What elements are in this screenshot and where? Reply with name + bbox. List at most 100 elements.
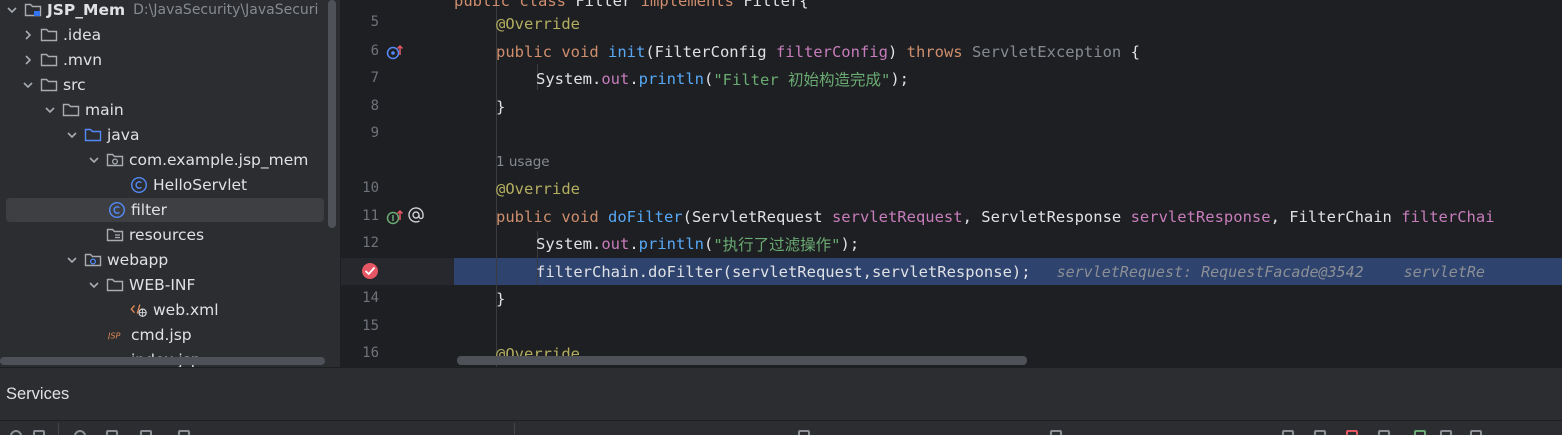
chevron-down-icon[interactable] — [64, 252, 80, 268]
jsp-file-icon: JSP — [108, 326, 126, 344]
tree-item-mvn[interactable]: .mvn — [0, 48, 325, 72]
group-icon[interactable] — [106, 430, 118, 435]
class-icon — [108, 201, 126, 219]
tree-item-cmd-jsp[interactable]: JSP cmd.jsp — [0, 323, 325, 347]
code-editor[interactable]: 5 6 7 8 9 10 11 12 14 15 16 public class… — [340, 0, 1562, 367]
folder-icon — [40, 51, 58, 69]
step-out-icon[interactable] — [1378, 430, 1390, 435]
line-number: 15 — [362, 318, 379, 334]
tree-item-java[interactable]: java — [0, 123, 325, 147]
tree-item-label: .idea — [63, 26, 102, 44]
chevron-down-icon[interactable] — [20, 77, 36, 93]
folder-icon — [62, 101, 80, 119]
editor-horizontal-scrollbar[interactable] — [457, 356, 1027, 365]
console-icon[interactable] — [798, 430, 810, 435]
line-number: 16 — [362, 345, 379, 361]
line-number: 5 — [370, 14, 379, 30]
code-line-14[interactable]: } — [454, 285, 505, 312]
line-number: 14 — [362, 290, 379, 306]
execution-line-gutter — [341, 258, 454, 285]
tree-item-label: HelloServlet — [153, 176, 248, 194]
chevron-down-icon[interactable] — [86, 277, 102, 293]
tree-item-helloservlet[interactable]: HelloServlet — [0, 173, 325, 197]
tree-root-label: JSP_Mem — [47, 1, 126, 19]
tree-item-web-xml[interactable]: web.xml — [0, 298, 325, 322]
tree-item-idea[interactable]: .idea — [0, 23, 325, 47]
code-line-12[interactable]: System. out. println("执行了过滤操作"); — [454, 230, 859, 257]
chevron-down-icon[interactable] — [4, 2, 20, 18]
tree-item-label: com.example.jsp_mem — [129, 151, 309, 169]
tree-item-label: .mvn — [63, 51, 103, 69]
tree-item-label: main — [85, 101, 124, 119]
tree-item-resources[interactable]: resources — [0, 223, 325, 247]
line-number: 11 — [362, 208, 379, 224]
module-folder-icon — [24, 1, 42, 19]
expand-icon[interactable] — [10, 430, 22, 435]
tree-item-filter[interactable]: filter — [6, 198, 324, 222]
tree-root-jsp-mem[interactable]: JSP_Mem D:\JavaSecurity\JavaSecuri — [4, 0, 329, 22]
tree-vertical-scrollbar[interactable] — [328, 0, 336, 228]
breakpoint-icon[interactable] — [361, 262, 379, 284]
debugger-icon[interactable] — [1050, 430, 1062, 435]
chevron-right-icon[interactable] — [20, 52, 36, 68]
collapse-icon[interactable] — [33, 430, 45, 435]
resume-icon[interactable] — [1414, 430, 1426, 435]
source-folder-icon — [84, 126, 102, 144]
code-line-13[interactable]: filterChain.doFilter(servletRequest,serv… — [454, 258, 1485, 285]
tree-horizontal-scrollbar[interactable] — [0, 357, 325, 365]
usage-hint[interactable]: 1 usage — [454, 148, 550, 175]
resources-folder-icon — [106, 226, 124, 244]
folder-icon — [106, 276, 124, 294]
package-icon — [106, 151, 124, 169]
chevron-down-icon[interactable] — [64, 127, 80, 143]
add-service-icon[interactable] — [178, 430, 190, 435]
tree-item-src[interactable]: src — [0, 73, 325, 97]
project-tool-window: JSP_Mem D:\JavaSecurity\JavaSecuri .idea… — [0, 0, 340, 367]
svg-text:JSP: JSP — [108, 331, 121, 341]
implementing-method-icon[interactable] — [386, 208, 406, 230]
line-number: 8 — [370, 98, 379, 114]
tree-item-label: webapp — [107, 251, 169, 269]
tree-item-webapp[interactable]: webapp — [0, 248, 325, 272]
view-options-icon[interactable] — [74, 430, 86, 435]
filter-icon[interactable] — [140, 430, 152, 435]
code-line-7[interactable]: System. out. println("Filter 初始构造完成"); — [454, 65, 909, 92]
inline-debug-value[interactable]: servletRe — [1404, 263, 1485, 281]
tree-root-path: D:\JavaSecurity\JavaSecuri — [133, 2, 319, 18]
code-line-10[interactable]: @Override — [454, 175, 580, 202]
tree-item-label: WEB-INF — [129, 276, 196, 294]
implementing-method-icon[interactable] — [386, 43, 406, 65]
services-title: Services — [6, 385, 70, 403]
step-into-icon[interactable] — [1314, 430, 1326, 435]
mute-breakpoints-icon[interactable] — [1440, 430, 1452, 435]
line-number: 10 — [362, 180, 379, 196]
line-number: 7 — [370, 70, 379, 86]
tree-item-main[interactable]: main — [0, 98, 325, 122]
folder-icon — [40, 76, 58, 94]
code-line-6[interactable]: public void init (FilterConfig filterConf… — [454, 38, 1140, 65]
step-over-icon[interactable] — [1282, 430, 1294, 435]
chevron-down-icon[interactable] — [42, 102, 58, 118]
tree-item-label: src — [63, 76, 86, 94]
endpoint-at-icon[interactable] — [407, 206, 425, 228]
services-tool-window-header[interactable]: Services — [0, 367, 1562, 420]
stop-icon[interactable] — [1346, 430, 1358, 435]
inline-debug-value[interactable]: servletRequest: RequestFacade@3542 — [1057, 263, 1364, 281]
tree-item-label: resources — [129, 226, 205, 244]
tree-item-package[interactable]: com.example.jsp_mem — [0, 148, 325, 172]
line-number: 12 — [362, 235, 379, 251]
code-line-8[interactable]: } — [454, 93, 505, 120]
xml-file-icon — [130, 301, 148, 319]
settings-icon[interactable] — [1470, 430, 1482, 435]
folder-icon — [40, 26, 58, 44]
chevron-right-icon[interactable] — [20, 27, 36, 43]
line-number: 9 — [370, 125, 379, 141]
chevron-down-icon[interactable] — [86, 152, 102, 168]
tree-item-label: filter — [131, 201, 168, 219]
tree-item-label: cmd.jsp — [131, 326, 192, 344]
tree-item-web-inf[interactable]: WEB-INF — [0, 273, 325, 297]
code-line-11[interactable]: public void doFilter (ServletRequest serv… — [454, 203, 1495, 230]
line-number: 6 — [370, 43, 379, 59]
tree-item-label: web.xml — [153, 301, 219, 319]
code-line-5[interactable]: @Override — [454, 10, 580, 37]
